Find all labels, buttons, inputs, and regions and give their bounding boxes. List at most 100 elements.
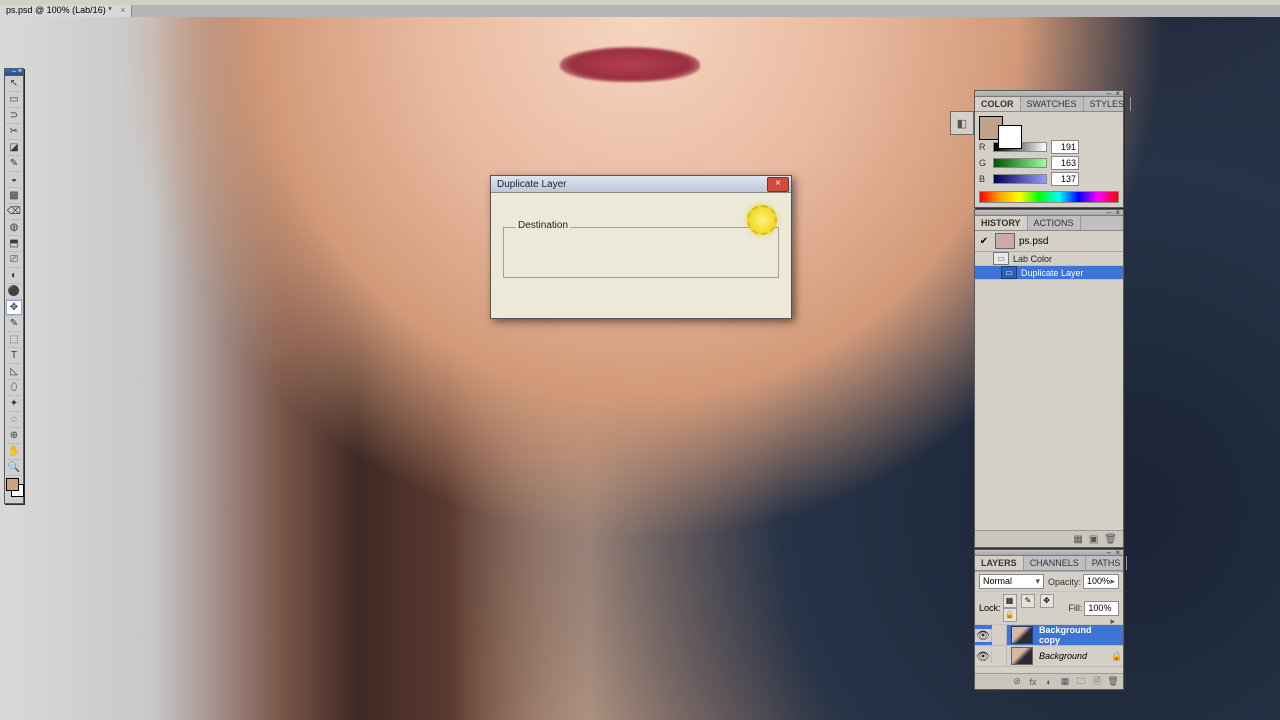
tool-button[interactable]: ⬒ — [6, 236, 22, 252]
tab-channels[interactable]: CHANNELS — [1024, 556, 1086, 570]
dialog-close-button[interactable]: × — [767, 177, 789, 192]
opacity-input[interactable]: 100%▸ — [1083, 574, 1119, 589]
layers-footer: ⊘ fx ◐ ▦ 🗀 🗎 🗑 — [975, 673, 1123, 689]
r-label: R — [979, 142, 989, 152]
layer-name[interactable]: Background copy — [1037, 625, 1111, 645]
r-value[interactable]: 191 — [1051, 140, 1079, 154]
tool-button[interactable]: ⌫ — [6, 204, 22, 220]
tool-button[interactable]: 🔍 — [6, 460, 22, 476]
layer-row[interactable]: 👁 Background🔒 — [975, 646, 1123, 667]
tab-styles[interactable]: STYLES — [1084, 97, 1132, 111]
panel-grip[interactable]: ‒ × — [975, 210, 1123, 216]
click-indicator-icon — [747, 205, 777, 235]
lock-all-icon[interactable]: 🔒 — [1003, 608, 1017, 622]
new-layer-icon[interactable]: 🗎 — [1091, 674, 1103, 690]
new-group-icon[interactable]: 🗀 — [1075, 674, 1087, 690]
history-item[interactable]: ▭Lab Color — [975, 252, 1123, 266]
tool-button[interactable]: ◺ — [6, 364, 22, 380]
tool-button[interactable]: ⚫ — [6, 284, 22, 300]
lock-pixels-icon[interactable]: ✎ — [1021, 594, 1035, 608]
snapshot-thumb — [995, 233, 1015, 249]
tool-button[interactable]: ◪ — [6, 140, 22, 156]
dialog-titlebar[interactable]: Duplicate Layer × — [491, 176, 791, 193]
layer-row[interactable]: 👁 Background copy — [975, 625, 1123, 646]
link-layers-icon[interactable]: ⊘ — [1011, 676, 1023, 687]
layer-mask-icon[interactable]: ◐ — [1043, 677, 1055, 687]
fill-label: Fill: — [1068, 603, 1082, 613]
color-ramp[interactable] — [979, 191, 1119, 203]
color-swatches[interactable] — [5, 476, 23, 503]
layer-thumb — [1011, 647, 1033, 665]
tool-button[interactable]: ▭ — [6, 92, 22, 108]
tool-button[interactable]: ▩ — [6, 188, 22, 204]
visibility-toggle-icon[interactable]: 👁 — [975, 629, 992, 642]
bg-color-chip[interactable] — [998, 125, 1022, 149]
tab-color[interactable]: COLOR — [975, 97, 1021, 111]
panel-controls-icon[interactable]: ‒ × — [1107, 548, 1121, 557]
blend-mode-select[interactable]: Normal▾ — [979, 574, 1044, 589]
tool-button[interactable]: T — [6, 348, 22, 364]
color-panel: ‒ × COLOR SWATCHES STYLES R 191 G — [974, 90, 1124, 208]
collapse-dock-icon[interactable]: ◧ — [950, 111, 974, 135]
g-value[interactable]: 163 — [1051, 156, 1079, 170]
tool-button[interactable]: ✎ — [6, 156, 22, 172]
g-slider[interactable] — [993, 158, 1047, 168]
layer-link-cell[interactable] — [992, 625, 1007, 645]
photo-detail — [560, 47, 700, 82]
panel-controls-icon[interactable]: ‒ × — [1107, 89, 1121, 98]
panel-grip[interactable]: ‒ × — [975, 550, 1123, 556]
tool-button[interactable]: ⬚ — [6, 332, 22, 348]
tool-button[interactable]: ✥ — [6, 300, 22, 316]
tab-swatches[interactable]: SWATCHES — [1021, 97, 1084, 111]
dialog-title: Duplicate Layer — [497, 179, 767, 190]
snapshot-label: ps.psd — [1019, 236, 1048, 247]
chevron-down-icon: ▾ — [1035, 575, 1040, 588]
tool-button[interactable]: ⊕ — [6, 428, 22, 444]
history-step-icon: ▭ — [993, 252, 1009, 265]
fill-input[interactable]: 100%▸ — [1084, 601, 1119, 616]
tool-button[interactable]: ⬯ — [6, 380, 22, 396]
layer-link-cell[interactable] — [992, 646, 1007, 666]
document-tab[interactable]: ps.psd @ 100% (Lab/16) * × — [0, 5, 132, 17]
history-step-icon: ▭ — [1001, 266, 1017, 279]
visibility-toggle-icon[interactable]: 👁 — [975, 650, 992, 663]
history-item[interactable]: ▭Duplicate Layer — [975, 266, 1123, 280]
trash-icon[interactable]: 🗑 — [1107, 676, 1119, 687]
tab-layers[interactable]: LAYERS — [975, 556, 1024, 570]
fieldset-legend: Destination — [516, 220, 570, 231]
tool-button[interactable]: ✂ — [6, 124, 22, 140]
tool-button[interactable]: ◌ — [6, 412, 22, 428]
chevron-right-icon: ▸ — [1110, 575, 1115, 588]
tab-actions[interactable]: ACTIONS — [1028, 216, 1081, 230]
b-slider[interactable] — [993, 174, 1047, 184]
tool-button[interactable]: ✎ — [6, 316, 22, 332]
foreground-swatch[interactable] — [6, 478, 19, 491]
minimize-icon[interactable]: ‒ × — [12, 68, 22, 75]
brush-source-icon[interactable]: ✔ — [977, 236, 991, 247]
tool-button[interactable]: ◒ — [6, 172, 22, 188]
trash-icon[interactable]: 🗑 — [1104, 534, 1117, 545]
close-tab-icon[interactable]: × — [120, 5, 125, 15]
lock-pos-icon[interactable]: ✥ — [1040, 594, 1054, 608]
tool-button[interactable]: ✦ — [6, 396, 22, 412]
new-doc-state-icon[interactable]: ▦ — [1073, 534, 1082, 545]
tool-button[interactable]: ⎚ — [6, 252, 22, 268]
history-snapshot-row[interactable]: ✔ ps.psd — [975, 231, 1123, 252]
panel-controls-icon[interactable]: ‒ × — [1107, 208, 1121, 217]
tool-button[interactable]: ◍ — [6, 220, 22, 236]
lock-transp-icon[interactable]: ▦ — [1003, 594, 1017, 608]
tab-paths[interactable]: PATHS — [1086, 556, 1128, 570]
layer-fx-icon[interactable]: fx — [1027, 677, 1039, 687]
tool-button[interactable]: ◐ — [6, 268, 22, 284]
tab-history[interactable]: HISTORY — [975, 216, 1028, 230]
new-snapshot-icon[interactable]: ▣ — [1089, 534, 1098, 545]
b-value[interactable]: 137 — [1051, 172, 1079, 186]
tool-button[interactable]: ↖ — [6, 76, 22, 92]
layer-lock-icon: 🔒 — [1111, 651, 1123, 662]
layer-name[interactable]: Background — [1037, 651, 1111, 661]
panel-grip[interactable]: ‒ × — [975, 91, 1123, 97]
tool-button[interactable]: ⊃ — [6, 108, 22, 124]
tool-button[interactable]: ✋ — [6, 444, 22, 460]
adjustment-icon[interactable]: ▦ — [1059, 676, 1071, 687]
toolbox-header[interactable]: ‒ × — [5, 69, 23, 76]
